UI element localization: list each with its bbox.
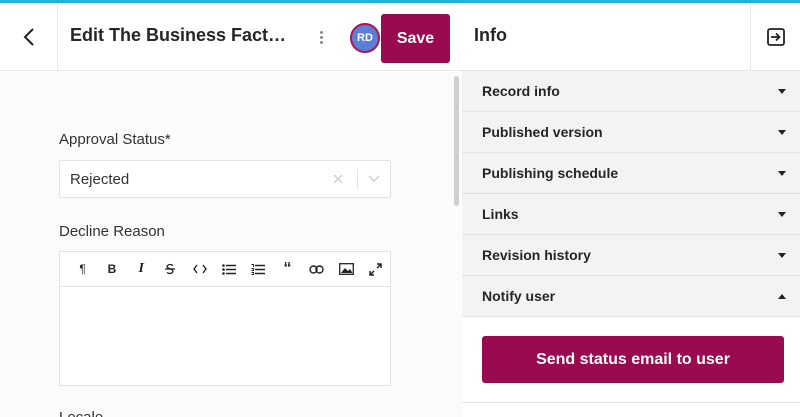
accordion-links[interactable]: Links <box>462 194 800 235</box>
accordion-label: Links <box>482 206 519 222</box>
info-header: Info <box>462 3 800 71</box>
locale-label: Locale <box>59 409 103 417</box>
save-button[interactable]: Save <box>381 14 450 63</box>
paragraph-icon[interactable]: ¶ <box>68 256 97 282</box>
caret-down-icon <box>778 211 786 217</box>
caret-down-icon <box>778 88 786 94</box>
chevron-down-icon[interactable] <box>364 169 384 189</box>
accordion-revision-history[interactable]: Revision history <box>462 235 800 276</box>
approval-status-label: Approval Status* <box>59 131 171 148</box>
notify-user-panel: Send status email to user <box>462 317 800 403</box>
caret-up-icon <box>778 293 786 299</box>
avatar: RD <box>350 23 380 53</box>
link-icon[interactable] <box>302 256 331 282</box>
select-separator <box>357 169 358 189</box>
scrollbar[interactable] <box>454 76 459 206</box>
more-options-icon[interactable] <box>312 25 330 49</box>
numbered-list-icon[interactable] <box>244 256 273 282</box>
caret-down-icon <box>778 170 786 176</box>
decline-reason-input[interactable] <box>60 288 390 385</box>
accordion-label: Revision history <box>482 247 591 263</box>
decline-reason-editor: ¶ B I “ <box>59 251 391 386</box>
send-status-email-button[interactable]: Send status email to user <box>482 336 784 383</box>
info-panel: Info Record info Published version Publi… <box>462 3 800 417</box>
strikethrough-icon[interactable] <box>156 256 185 282</box>
exit-panel-icon <box>766 28 785 46</box>
editor-form: Approval Status* Rejected Decline Reason… <box>0 72 462 417</box>
image-icon[interactable] <box>331 256 360 282</box>
accordion-label: Notify user <box>482 288 556 304</box>
decline-reason-label: Decline Reason <box>59 223 165 240</box>
fullscreen-icon[interactable] <box>361 256 390 282</box>
accordion-label: Published version <box>482 124 603 140</box>
caret-down-icon <box>778 129 786 135</box>
bold-icon[interactable]: B <box>97 256 126 282</box>
rte-toolbar: ¶ B I “ <box>60 252 390 287</box>
accordion-published-version[interactable]: Published version <box>462 112 800 153</box>
editor-pane: Edit The Business Factory RD Save Approv… <box>0 3 462 417</box>
approval-status-value: Rejected <box>70 171 130 188</box>
collapse-panel-button[interactable] <box>750 3 800 71</box>
accordion-record-info[interactable]: Record info <box>462 71 800 112</box>
accordion-notify-user[interactable]: Notify user <box>462 276 800 317</box>
accordion-label: Record info <box>482 83 560 99</box>
italic-icon[interactable]: I <box>127 256 156 282</box>
clear-icon[interactable] <box>328 169 348 189</box>
bulleted-list-icon[interactable] <box>214 256 243 282</box>
quote-icon[interactable]: “ <box>273 256 302 282</box>
accordion-label: Publishing schedule <box>482 165 619 181</box>
code-icon[interactable] <box>185 256 214 282</box>
back-button[interactable] <box>0 3 58 71</box>
chevron-left-icon <box>23 28 34 46</box>
approval-status-select[interactable]: Rejected <box>59 160 391 198</box>
accordion-publishing-schedule[interactable]: Publishing schedule <box>462 153 800 194</box>
info-title: Info <box>474 25 507 45</box>
caret-down-icon <box>778 252 786 258</box>
info-accordion: Record info Published version Publishing… <box>462 71 800 317</box>
editor-header: Edit The Business Factory RD Save <box>0 3 462 71</box>
page-title: Edit The Business Factory <box>70 25 292 45</box>
